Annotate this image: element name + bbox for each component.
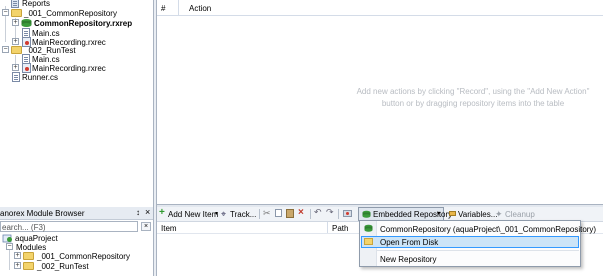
repository-icon [362, 210, 371, 218]
menu-item-label: New Repository [380, 255, 437, 264]
collapse-icon[interactable]: − [2, 9, 9, 16]
folder-icon [23, 252, 34, 260]
menu-item-common-repository[interactable]: CommonRepository (aquaProject\_001_Commo… [361, 223, 596, 235]
toolbar-separator [338, 209, 339, 219]
delete-icon[interactable]: × [298, 207, 304, 218]
folder-open-icon [11, 9, 22, 17]
redo-icon[interactable]: ↷ [326, 207, 334, 218]
tree-item-label: _001_CommonRepository [24, 9, 117, 18]
expand-icon[interactable]: + [12, 38, 19, 45]
variables-icon [449, 211, 456, 216]
toolbar-separator [310, 209, 311, 219]
chevron-down-icon: ▾ [215, 211, 219, 217]
column-header-action[interactable]: Action [189, 4, 211, 13]
embedded-repository-button[interactable]: Embedded Repository ▾ [358, 207, 452, 221]
module-browser-title: anorex Module Browser [0, 209, 85, 218]
reports-icon [11, 0, 19, 8]
module-browser-title-bar: anorex Module Browser ↕ × [0, 207, 153, 220]
embedded-repository-dropdown: CommonRepository (aquaProject\_001_Commo… [359, 220, 596, 267]
cs-file-icon [12, 72, 20, 82]
menu-item-open-from-disk[interactable]: Open From Disk [361, 236, 579, 248]
add-new-item-label: Add New Item [168, 210, 219, 219]
collapse-icon[interactable]: − [6, 243, 13, 250]
empty-table-message: Add new actions by clicking "Record", us… [345, 86, 601, 110]
column-divider [327, 222, 328, 233]
record-item-icon[interactable] [343, 210, 352, 217]
folder-icon [23, 262, 34, 270]
close-icon[interactable]: × [145, 207, 150, 217]
chevron-down-icon: ▾ [437, 211, 441, 217]
module-search-input[interactable]: earch... (F3) [0, 221, 138, 232]
track-icon: ⌖ [221, 209, 227, 219]
repository-icon [21, 19, 32, 27]
tree-item-label: _002_RunTest [37, 262, 89, 271]
column-header-number[interactable]: # [161, 4, 165, 13]
undo-icon[interactable]: ↶ [314, 207, 322, 218]
menu-item-label: Open From Disk [380, 238, 439, 247]
expand-icon[interactable]: + [14, 252, 21, 259]
variables-button[interactable]: Variables... [449, 209, 497, 219]
pin-icon[interactable]: ↕ [136, 208, 140, 217]
expand-icon[interactable]: + [12, 64, 19, 71]
menu-item-label: CommonRepository (aquaProject\_001_Commo… [380, 225, 597, 234]
paste-icon[interactable] [286, 209, 294, 218]
folder-open-icon [11, 46, 22, 54]
add-new-item-button[interactable]: + Add New Item ▾ [159, 207, 219, 219]
cleanup-icon: ✦ [495, 209, 503, 219]
module-tree-item-001[interactable]: + _001_CommonRepository [12, 251, 142, 261]
embedded-repository-label: Embedded Repository [373, 210, 453, 219]
empty-message-line-2: button or by dragging repository items i… [381, 99, 565, 108]
module-browser-panel: anorex Module Browser ↕ × earch... (F3) … [0, 207, 153, 276]
cut-icon[interactable]: ✂ [263, 208, 271, 219]
repository-icon [364, 224, 373, 232]
tree-item-label: Runner.cs [22, 73, 59, 82]
track-label: Track... [230, 210, 257, 219]
cleanup-button[interactable]: ✦ Cleanup [495, 209, 537, 219]
expand-icon[interactable]: + [12, 19, 19, 26]
column-header-item[interactable]: Item [161, 224, 177, 233]
clear-search-icon[interactable]: × [141, 222, 151, 231]
toolbar-separator [259, 209, 260, 219]
expand-icon[interactable]: + [14, 262, 21, 269]
cleanup-label: Cleanup [505, 210, 535, 219]
menu-separator [377, 250, 579, 251]
copy-icon[interactable] [275, 209, 282, 217]
column-divider [178, 0, 179, 15]
column-header-path[interactable]: Path [332, 224, 348, 233]
module-tree-item-002[interactable]: + _002_RunTest [12, 261, 132, 271]
tree-item-reports[interactable]: Reports [8, 0, 88, 8]
tree-item-label: CommonRepository.rxrep [34, 19, 133, 28]
tree-item-runner-cs[interactable]: Runner.cs [10, 72, 90, 82]
empty-message-line-1: Add new actions by clicking "Record", us… [356, 87, 590, 96]
actions-table-header: # Action [157, 0, 603, 16]
track-button[interactable]: ⌖ Track... [221, 209, 257, 219]
tree-item-001-common-repository[interactable]: − _001_CommonRepository [0, 8, 140, 18]
actions-table[interactable]: # Action Add new actions by clicking "Re… [157, 0, 603, 204]
plus-icon: + [159, 207, 165, 218]
collapse-icon[interactable]: − [2, 46, 9, 53]
menu-item-new-repository[interactable]: New Repository [361, 252, 579, 264]
variables-label: Variables... [458, 210, 498, 219]
project-tree-panel: Reports − _001_CommonRepository + Common… [0, 0, 153, 205]
search-input-value: earch... (F3) [2, 223, 46, 232]
tree-item-label: Reports [22, 0, 51, 8]
folder-open-icon [364, 238, 373, 245]
tree-item-label: _001_CommonRepository [37, 252, 130, 261]
tree-item-common-repository-rxrep[interactable]: + CommonRepository.rxrep [10, 18, 150, 28]
